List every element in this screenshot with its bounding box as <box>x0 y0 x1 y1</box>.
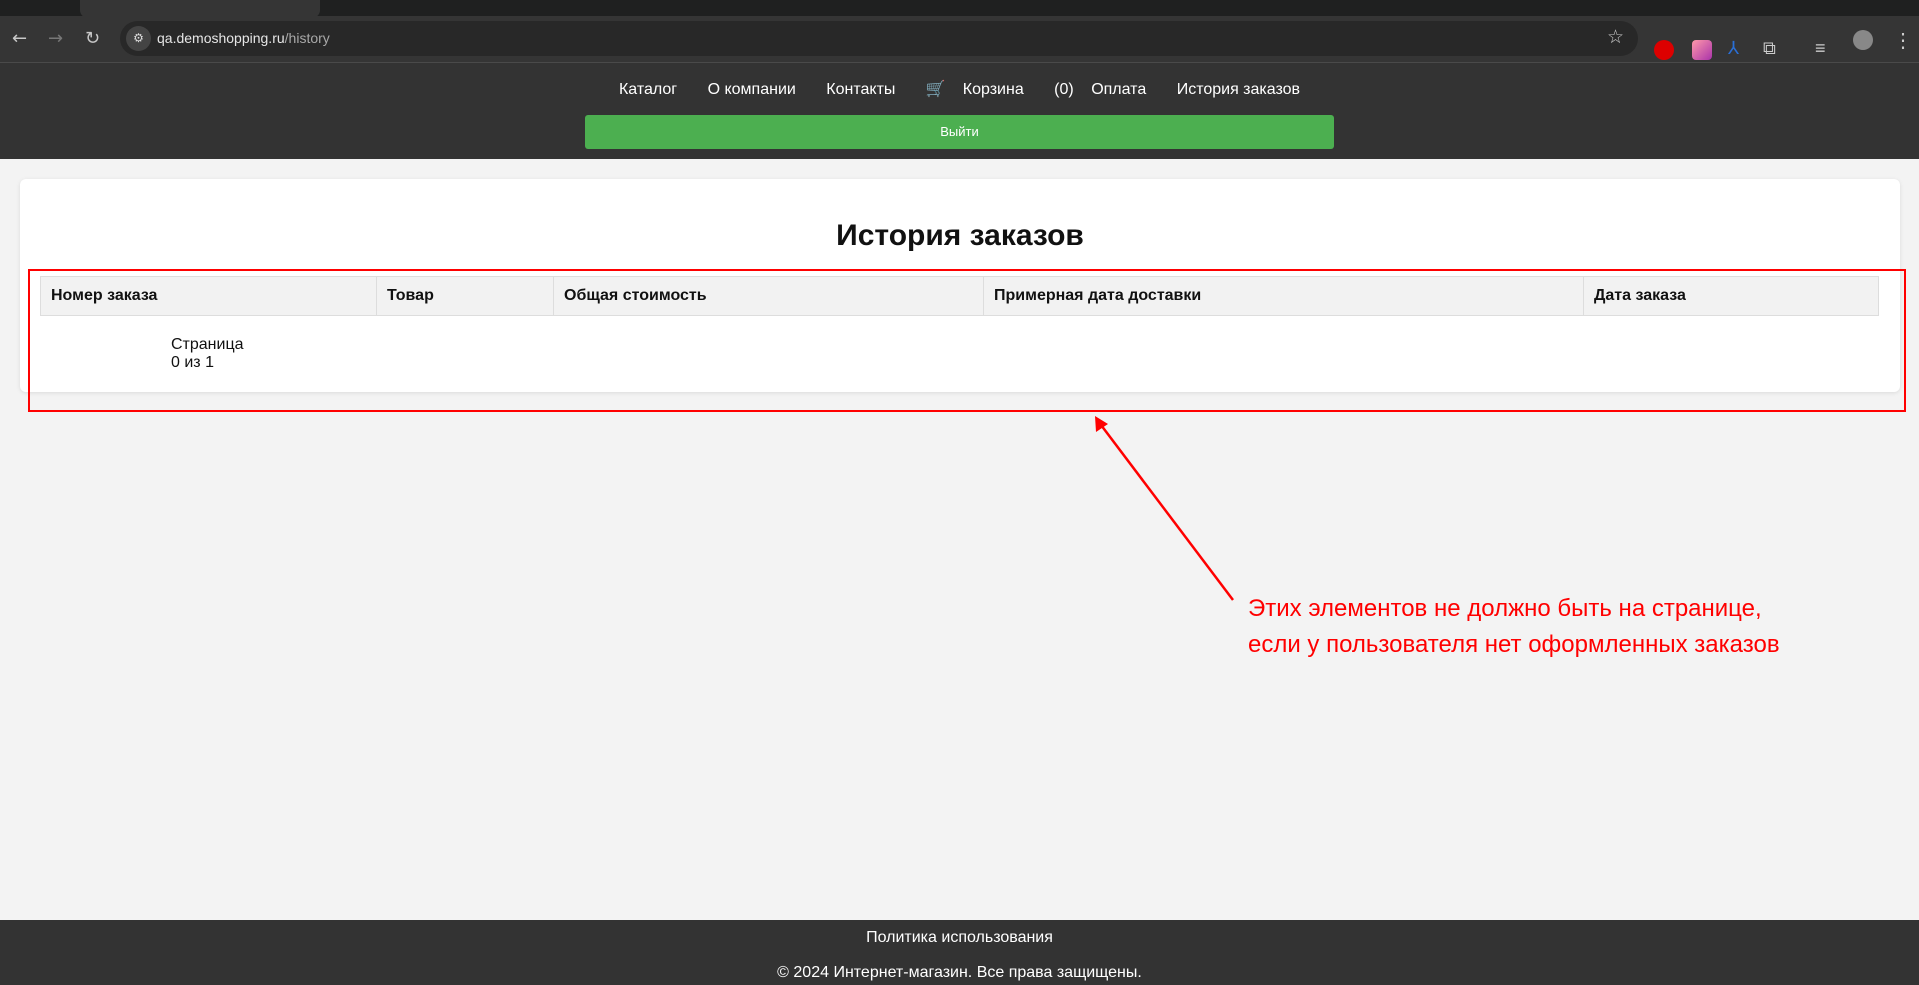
annotation-text: Этих элементов не должно быть на страниц… <box>1248 591 1780 663</box>
policy-link[interactable]: Политика использования <box>0 929 1919 947</box>
annotation-line-1: Этих элементов не должно быть на страниц… <box>1248 595 1762 622</box>
site-footer: Политика использования © 2024 Интернет-м… <box>0 920 1919 985</box>
annotation-line-2: если у пользователя нет оформленных зака… <box>1248 631 1780 658</box>
copyright: © 2024 Интернет-магазин. Все права защищ… <box>777 964 1142 981</box>
annotation-arrow <box>1095 416 1234 601</box>
